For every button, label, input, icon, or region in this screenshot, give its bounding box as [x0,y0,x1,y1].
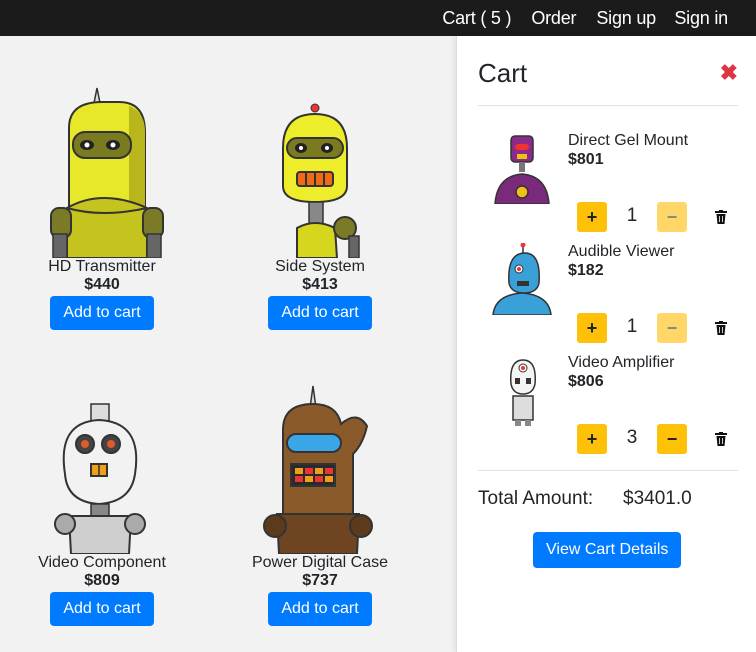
product-name: Video Component [38,554,166,571]
brown-robot-icon [225,364,415,555]
add-to-cart-button[interactable]: Add to cart [268,296,372,330]
nav-signin-link[interactable]: Sign in [674,8,728,29]
cart-item-price: $806 [568,373,604,390]
cart-sidebar: Cart ✖ Direct Gel Mount $801 + 1 − Audib… [456,36,756,652]
cart-divider [478,470,738,471]
cart-item-qty: 1 [626,205,638,226]
add-to-cart-button[interactable]: Add to cart [50,296,154,330]
cart-item-qty: 3 [626,427,638,448]
cart-item: Audible Viewer $182 + 1 − [477,242,747,353]
cart-divider [478,105,738,106]
total-amount-value: $3401.0 [623,488,692,509]
trash-icon[interactable] [715,432,727,446]
product-price: $809 [84,572,120,589]
increase-qty-button[interactable]: + [577,424,607,454]
trash-icon[interactable] [715,210,727,224]
cart-item-name: Audible Viewer [568,243,675,260]
cart-item: Video Amplifier $806 + 3 − [477,354,747,464]
cart-item-name: Direct Gel Mount [568,132,689,149]
cart-title: Cart [478,58,528,88]
product-name: Power Digital Case [251,554,389,571]
white-robot-icon [7,364,197,555]
product-price: $440 [84,276,120,293]
view-cart-details-button[interactable]: View Cart Details [533,532,682,568]
blue-robot-icon [489,242,555,316]
product-price: $737 [302,572,338,589]
decrease-qty-button[interactable]: − [657,202,687,232]
product-card: Side System $413 Add to cart [225,68,415,330]
cart-item-price: $182 [568,262,604,279]
increase-qty-button[interactable]: + [577,202,607,232]
product-price: $413 [302,276,338,293]
add-to-cart-button[interactable]: Add to cart [50,592,154,626]
nav-order-link[interactable]: Order [531,8,576,29]
cart-item: Direct Gel Mount $801 + 1 − [477,132,747,242]
product-card: Power Digital Case $737 Add to cart [225,364,415,626]
cart-item-name: Video Amplifier [568,354,675,371]
purple-robot-icon [489,132,555,205]
cart-item-qty: 1 [626,316,638,337]
product-name: Side System [275,258,365,275]
close-icon[interactable]: ✖ [720,60,738,86]
product-card: HD Transmitter $440 Add to cart [7,68,197,330]
nav-signup-link[interactable]: Sign up [596,8,656,29]
total-amount-label: Total Amount: [478,488,594,509]
product-name: HD Transmitter [48,258,156,275]
add-to-cart-button[interactable]: Add to cart [268,592,372,626]
increase-qty-button[interactable]: + [577,313,607,343]
product-card: Video Component $809 Add to cart [7,364,197,626]
decrease-qty-button[interactable]: − [657,313,687,343]
yellow-robot-icon [7,68,197,259]
nav-cart-link[interactable]: Cart ( 5 ) [442,8,511,29]
nav-links: Cart ( 5 ) Order Sign up Sign in [442,0,728,36]
trash-icon[interactable] [715,321,727,335]
decrease-qty-button[interactable]: − [657,424,687,454]
top-navbar: Cart ( 5 ) Order Sign up Sign in [0,0,756,36]
cart-item-price: $801 [568,151,604,168]
yellow-robot-icon [225,68,415,259]
white-robot-icon [489,354,555,426]
